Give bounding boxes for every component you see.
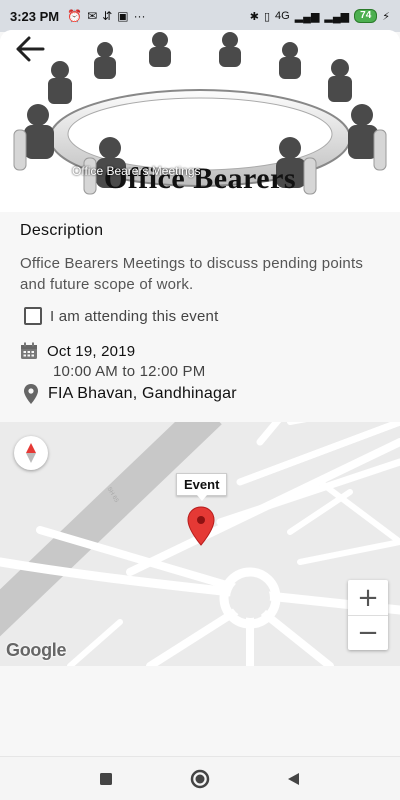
description-text: Office Bearers Meetings to discuss pendi… [20,255,364,293]
back-button[interactable] [10,34,50,64]
event-location-row: FIA Bhavan, Gandhinagar [24,384,237,404]
signal-icon: ▂▄▆ [294,10,320,23]
zoom-out-button[interactable]: − [348,615,388,650]
more-icon: ··· [133,9,146,23]
map-pin-icon [187,506,215,546]
empty-area [0,666,400,756]
alarm-icon: ⏰ [67,9,83,23]
home-circle-icon [190,769,210,788]
event-map-marker[interactable] [187,506,215,551]
recents-button[interactable] [94,767,118,791]
nav-back-button[interactable] [282,767,306,791]
battery-icon: 74 [354,9,378,23]
back-triangle-icon [288,772,299,785]
google-attribution: Google [6,640,67,660]
event-time: 10:00 AM to 12:00 PM [53,363,206,380]
recents-square-icon [100,772,112,785]
attending-checkbox-row[interactable]: I am attending this event [24,307,218,325]
event-date-row: Oct 19, 2019 [20,342,135,360]
event-details: Description Office Bearers Meetings to d… [0,212,400,422]
back-arrow-icon [16,36,45,62]
signal-icon-2: ▂▄▆ [324,10,350,23]
bluetooth-transfer-icon: ⇵ [102,9,113,23]
marker-label: Event [176,473,228,501]
zoom-controls: + − [348,580,388,650]
signal-app-icon: ▣ [117,9,129,23]
event-location: FIA Bhavan, Gandhinagar [48,385,237,402]
event-map[interactable]: SH 65 Event + − Google [0,422,400,666]
status-bar: 3:23 PM ⏰ ✉ ⇵ ▣ ··· ✱ ▯ 4G ▂▄▆ ▂▄▆ 74 ⚡ [0,0,400,32]
attending-checkbox[interactable] [24,307,42,325]
compass-icon [26,443,36,463]
vibrate-icon: ▯ [263,10,271,23]
description-heading: Description [20,222,104,239]
status-right-icons: ✱ ▯ 4G ▂▄▆ ▂▄▆ 74 ⚡ [250,9,390,23]
zoom-in-button[interactable]: + [348,580,388,615]
event-date: Oct 19, 2019 [47,342,136,360]
network-type: 4G [275,10,290,22]
status-left-icons: ⏰ ✉ ⇵ ▣ ··· [67,9,145,23]
compass-button[interactable] [14,436,48,470]
banner-overlay-text: Office Bearers Meetings [72,164,201,178]
system-nav-bar [0,756,400,800]
attending-label: I am attending this event [50,307,219,325]
chat-icon: ✉ [87,9,98,23]
home-button[interactable] [188,767,212,791]
status-time: 3:23 PM [10,8,60,24]
location-pin-icon [24,384,38,404]
bluetooth-icon: ✱ [249,10,259,23]
calendar-icon [21,342,37,359]
charging-icon: ⚡ [382,10,390,23]
event-banner-image: Office Bearers Office Bearers Meetings [0,30,400,212]
